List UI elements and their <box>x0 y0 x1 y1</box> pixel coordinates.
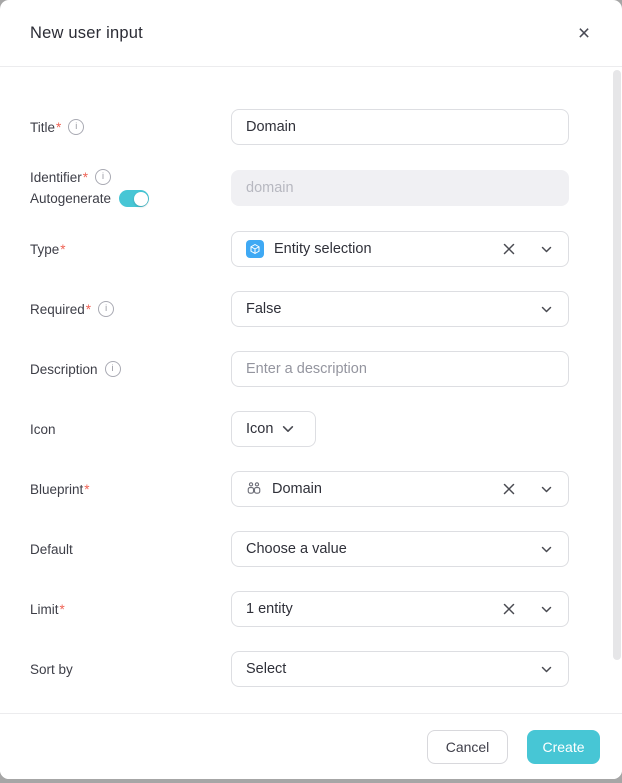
new-user-input-modal: New user input × Title* i Identifier* i <box>0 0 622 779</box>
sort-by-value: Select <box>246 661 531 677</box>
identifier-label: Identifier <box>30 170 82 185</box>
info-icon[interactable]: i <box>98 301 114 317</box>
title-input[interactable] <box>231 109 569 145</box>
clear-icon[interactable] <box>503 603 515 615</box>
field-row-title: Title* i <box>30 109 592 145</box>
autogenerate-toggle[interactable] <box>119 190 149 207</box>
description-input[interactable] <box>231 351 569 387</box>
modal-body: Title* i Identifier* i Autogenerate <box>0 67 622 687</box>
title-label: Title <box>30 120 55 135</box>
required-marker: * <box>83 170 88 185</box>
field-row-default: Default Choose a value <box>30 531 592 567</box>
required-marker: * <box>86 302 91 317</box>
cancel-button[interactable]: Cancel <box>427 730 508 764</box>
default-label: Default <box>30 542 73 557</box>
default-value: Choose a value <box>246 541 531 557</box>
description-label: Description <box>30 362 98 377</box>
required-marker: * <box>84 482 89 497</box>
required-value: False <box>246 301 531 317</box>
info-icon[interactable]: i <box>105 361 121 377</box>
create-button[interactable]: Create <box>527 730 600 764</box>
chevron-down-icon[interactable] <box>541 546 552 553</box>
scrollbar[interactable] <box>613 70 621 660</box>
chevron-down-icon[interactable] <box>541 606 552 613</box>
field-row-sort-by: Sort by Select <box>30 651 592 687</box>
chevron-down-icon[interactable] <box>541 246 552 253</box>
entity-cube-icon <box>246 240 264 258</box>
field-row-required: Required* i False <box>30 291 592 327</box>
required-select[interactable]: False <box>231 291 569 327</box>
icon-select[interactable]: Icon <box>231 411 316 447</box>
limit-select[interactable]: 1 entity <box>231 591 569 627</box>
field-row-type: Type* Entity selection <box>30 231 592 267</box>
autogenerate-label: Autogenerate <box>30 191 111 206</box>
info-icon[interactable]: i <box>95 169 111 185</box>
clear-icon[interactable] <box>503 483 515 495</box>
limit-label: Limit <box>30 602 59 617</box>
modal-footer: Cancel Create <box>0 713 622 779</box>
chevron-down-icon[interactable] <box>541 306 552 313</box>
limit-value: 1 entity <box>246 601 493 617</box>
field-row-blueprint: Blueprint* Domain <box>30 471 592 507</box>
chevron-down-icon[interactable] <box>541 486 552 493</box>
type-select[interactable]: Entity selection <box>231 231 569 267</box>
default-select[interactable]: Choose a value <box>231 531 569 567</box>
blueprint-group-icon <box>246 481 262 497</box>
blueprint-select[interactable]: Domain <box>231 471 569 507</box>
identifier-input <box>231 170 569 206</box>
toggle-knob <box>134 192 148 206</box>
icon-label: Icon <box>30 422 56 437</box>
chevron-down-icon[interactable] <box>541 666 552 673</box>
blueprint-value: Domain <box>272 481 493 497</box>
sort-by-label: Sort by <box>30 662 73 677</box>
required-marker: * <box>56 120 61 135</box>
field-row-identifier: Identifier* i Autogenerate <box>30 169 592 207</box>
field-row-icon: Icon Icon <box>30 411 592 447</box>
field-row-description: Description i <box>30 351 592 387</box>
blueprint-label: Blueprint <box>30 482 83 497</box>
type-value: Entity selection <box>274 241 493 257</box>
required-marker: * <box>60 242 65 257</box>
close-icon[interactable]: × <box>570 19 598 47</box>
modal-title: New user input <box>30 24 570 43</box>
field-row-limit: Limit* 1 entity <box>30 591 592 627</box>
modal-header: New user input × <box>0 0 622 67</box>
type-label: Type <box>30 242 59 257</box>
required-marker: * <box>60 602 65 617</box>
icon-value: Icon <box>246 421 273 437</box>
clear-icon[interactable] <box>503 243 515 255</box>
info-icon[interactable]: i <box>68 119 84 135</box>
required-label: Required <box>30 302 85 317</box>
chevron-down-icon <box>282 425 294 433</box>
sort-by-select[interactable]: Select <box>231 651 569 687</box>
